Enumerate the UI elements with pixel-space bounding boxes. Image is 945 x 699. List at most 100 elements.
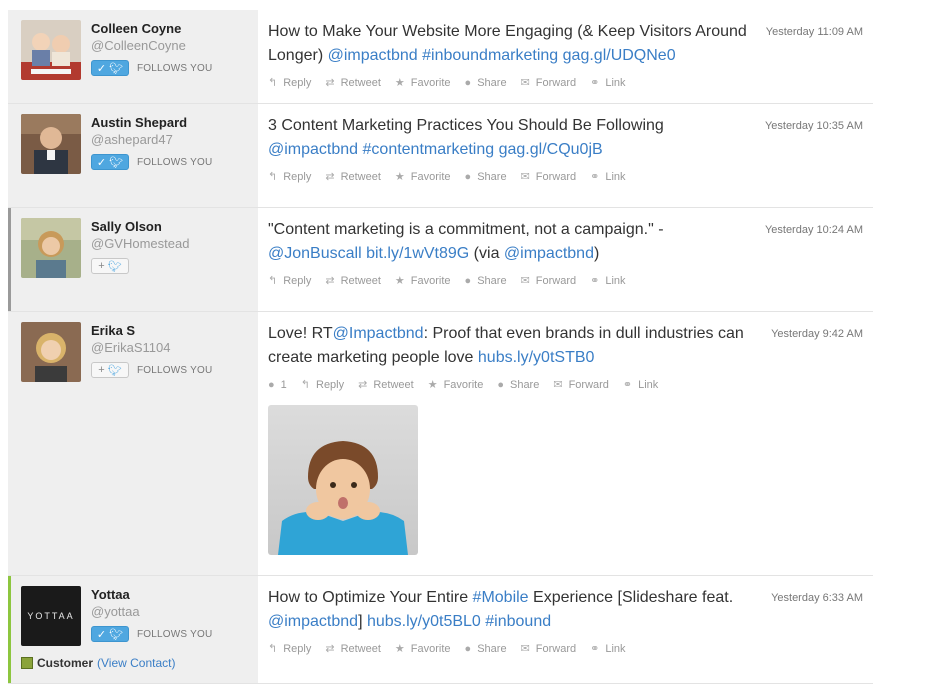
author-handle[interactable]: @ErikaS1104 [91, 339, 212, 356]
forward-action[interactable]: ✉ Forward [521, 274, 577, 288]
replies-count[interactable]: ● 1 [268, 379, 287, 391]
url-link[interactable]: hubs.ly/y0t5BL0 [367, 613, 481, 630]
author-handle[interactable]: @ColleenCoyne [91, 37, 212, 54]
link-action[interactable]: ⚭ Link [590, 170, 625, 184]
share-action[interactable]: ● Share [465, 77, 507, 89]
retweet-label: Retweet [373, 378, 414, 391]
avatar[interactable] [21, 322, 81, 382]
favorite-action[interactable]: ★ Favorite [395, 76, 451, 90]
follow-row: + 🐦︎ [91, 258, 189, 274]
link-label: Link [638, 378, 659, 391]
link-action[interactable]: ⚭ Link [590, 274, 625, 288]
customer-row: Customer (View Contact) [21, 656, 176, 670]
avatar[interactable] [21, 218, 81, 278]
retweet-action[interactable]: ⇄ Retweet [325, 274, 381, 288]
customer-label: Customer [37, 656, 94, 670]
author-handle[interactable]: @GVHomestead [91, 235, 189, 252]
favorite-action[interactable]: ★ Favorite [395, 642, 451, 656]
share-action[interactable]: ● Share [465, 643, 507, 655]
following-button[interactable]: ✓ 🐦︎ [91, 626, 129, 642]
post-timestamp[interactable]: Yesterday 11:09 AM [766, 26, 863, 38]
share-action[interactable]: ● Share [465, 171, 507, 183]
post-author-panel: Austin Shepard @ashepard47 ✓ 🐦︎ FOLLOWS … [8, 104, 258, 207]
favorite-label: Favorite [410, 170, 451, 183]
reply-icon: ↰ [268, 275, 278, 287]
author-name[interactable]: Erika S [91, 322, 212, 339]
mention-link[interactable]: @impactbnd [328, 47, 418, 64]
favorite-action[interactable]: ★ Favorite [395, 274, 451, 288]
post-actions: ↰ Reply ⇄ Retweet ★ Favorite ● Share ✉ Forwar… [268, 170, 863, 184]
reply-action[interactable]: ↰ Reply [268, 642, 311, 656]
retweet-action[interactable]: ⇄ Retweet [325, 170, 381, 184]
author-name[interactable]: Colleen Coyne [91, 20, 212, 37]
twitter-bird-icon: 🐦︎ [109, 156, 124, 169]
forward-action[interactable]: ✉ Forward [521, 76, 577, 90]
plus-icon: + [98, 364, 105, 376]
post-timestamp[interactable]: Yesterday 10:24 AM [765, 224, 863, 236]
forward-action[interactable]: ✉ Forward [521, 642, 577, 656]
following-button[interactable]: ✓ 🐦︎ [91, 60, 129, 76]
reply-action[interactable]: ↰ Reply [268, 76, 312, 90]
reply-action[interactable]: ↰ Reply [301, 378, 345, 392]
author-name[interactable]: Sally Olson [91, 218, 189, 235]
following-button[interactable]: ✓ 🐦︎ [91, 154, 129, 170]
reply-action[interactable]: ↰ Reply [268, 274, 311, 288]
author-handle[interactable]: @ashepard47 [91, 131, 212, 148]
post-timestamp[interactable]: Yesterday 6:33 AM [771, 592, 863, 604]
follow-row: ✓ 🐦︎ FOLLOWS YOU [91, 154, 212, 170]
share-label: Share [477, 170, 507, 183]
share-label: Share [477, 642, 507, 655]
follow-button[interactable]: + 🐦︎ [91, 362, 129, 378]
avatar[interactable]: YOTTAA [21, 586, 81, 646]
mention-link[interactable]: @impactbnd [268, 613, 358, 630]
mention-link[interactable]: @Impactbnd [333, 325, 424, 342]
view-contact-link[interactable]: (View Contact) [97, 656, 175, 670]
hashtag-link[interactable]: #Mobile [473, 589, 529, 606]
avatar[interactable] [21, 20, 81, 80]
link-action[interactable]: ⚭ Link [623, 378, 659, 392]
reply-label: Reply [316, 378, 345, 391]
author-name[interactable]: Austin Shepard [91, 114, 212, 131]
follows-you-label: FOLLOWS YOU [137, 364, 213, 376]
mention-link[interactable]: @impactbnd [504, 245, 594, 262]
mention-link[interactable]: @impactbnd [268, 141, 358, 158]
url-link[interactable]: hubs.ly/y0tSTB0 [478, 349, 595, 366]
retweet-action[interactable]: ⇄ Retweet [325, 642, 381, 656]
forward-action[interactable]: ✉ Forward [521, 170, 577, 184]
url-link[interactable]: bit.ly/1wVt89G [366, 245, 469, 262]
feed-post: Austin Shepard @ashepard47 ✓ 🐦︎ FOLLOWS … [8, 104, 873, 208]
post-timestamp[interactable]: Yesterday 9:42 AM [771, 328, 863, 340]
avatar[interactable] [21, 114, 81, 174]
reply-label: Reply [283, 76, 312, 89]
post-photo[interactable] [268, 405, 418, 555]
share-action[interactable]: ● Share [497, 379, 539, 391]
link-action[interactable]: ⚭ Link [590, 76, 626, 90]
forward-action[interactable]: ✉ Forward [553, 378, 609, 392]
retweet-action[interactable]: ⇄ Retweet [325, 76, 381, 90]
author-handle[interactable]: @yottaa [91, 603, 212, 620]
favorite-action[interactable]: ★ Favorite [428, 378, 484, 392]
link-label: Link [605, 76, 626, 89]
url-link[interactable]: gag.gl/CQu0jB [499, 141, 603, 158]
retweet-action[interactable]: ⇄ Retweet [358, 378, 414, 392]
author-name[interactable]: Yottaa [91, 586, 212, 603]
envelope-icon: ✉ [553, 379, 563, 391]
favorite-action[interactable]: ★ Favorite [395, 170, 451, 184]
link-action[interactable]: ⚭ Link [590, 642, 625, 656]
reply-action[interactable]: ↰ Reply [268, 170, 311, 184]
hashtag-link[interactable]: #inbound [485, 613, 551, 630]
check-icon: ✓ [96, 62, 107, 75]
post-author-panel: YOTTAA Yottaa @yottaa ✓ 🐦︎ FOLLOWS YOU C… [8, 576, 258, 683]
follow-row: ✓ 🐦︎ FOLLOWS YOU [91, 60, 212, 76]
follow-row: + 🐦︎ FOLLOWS YOU [91, 362, 212, 378]
follow-button[interactable]: + 🐦︎ [91, 258, 129, 274]
post-text: Love! RT@Impactbnd: Proof that even bran… [268, 322, 758, 370]
post-timestamp[interactable]: Yesterday 10:35 AM [765, 120, 863, 132]
hashtag-link[interactable]: #inboundmarketing [422, 47, 558, 64]
mention-link[interactable]: @JonBuscall [268, 245, 362, 262]
hashtag-link[interactable]: #contentmarketing [363, 141, 495, 158]
url-link[interactable]: gag.gl/UDQNe0 [563, 47, 676, 64]
retweet-icon: ⇄ [325, 77, 335, 89]
share-action[interactable]: ● Share [465, 275, 507, 287]
text-segment: ] [358, 613, 367, 630]
